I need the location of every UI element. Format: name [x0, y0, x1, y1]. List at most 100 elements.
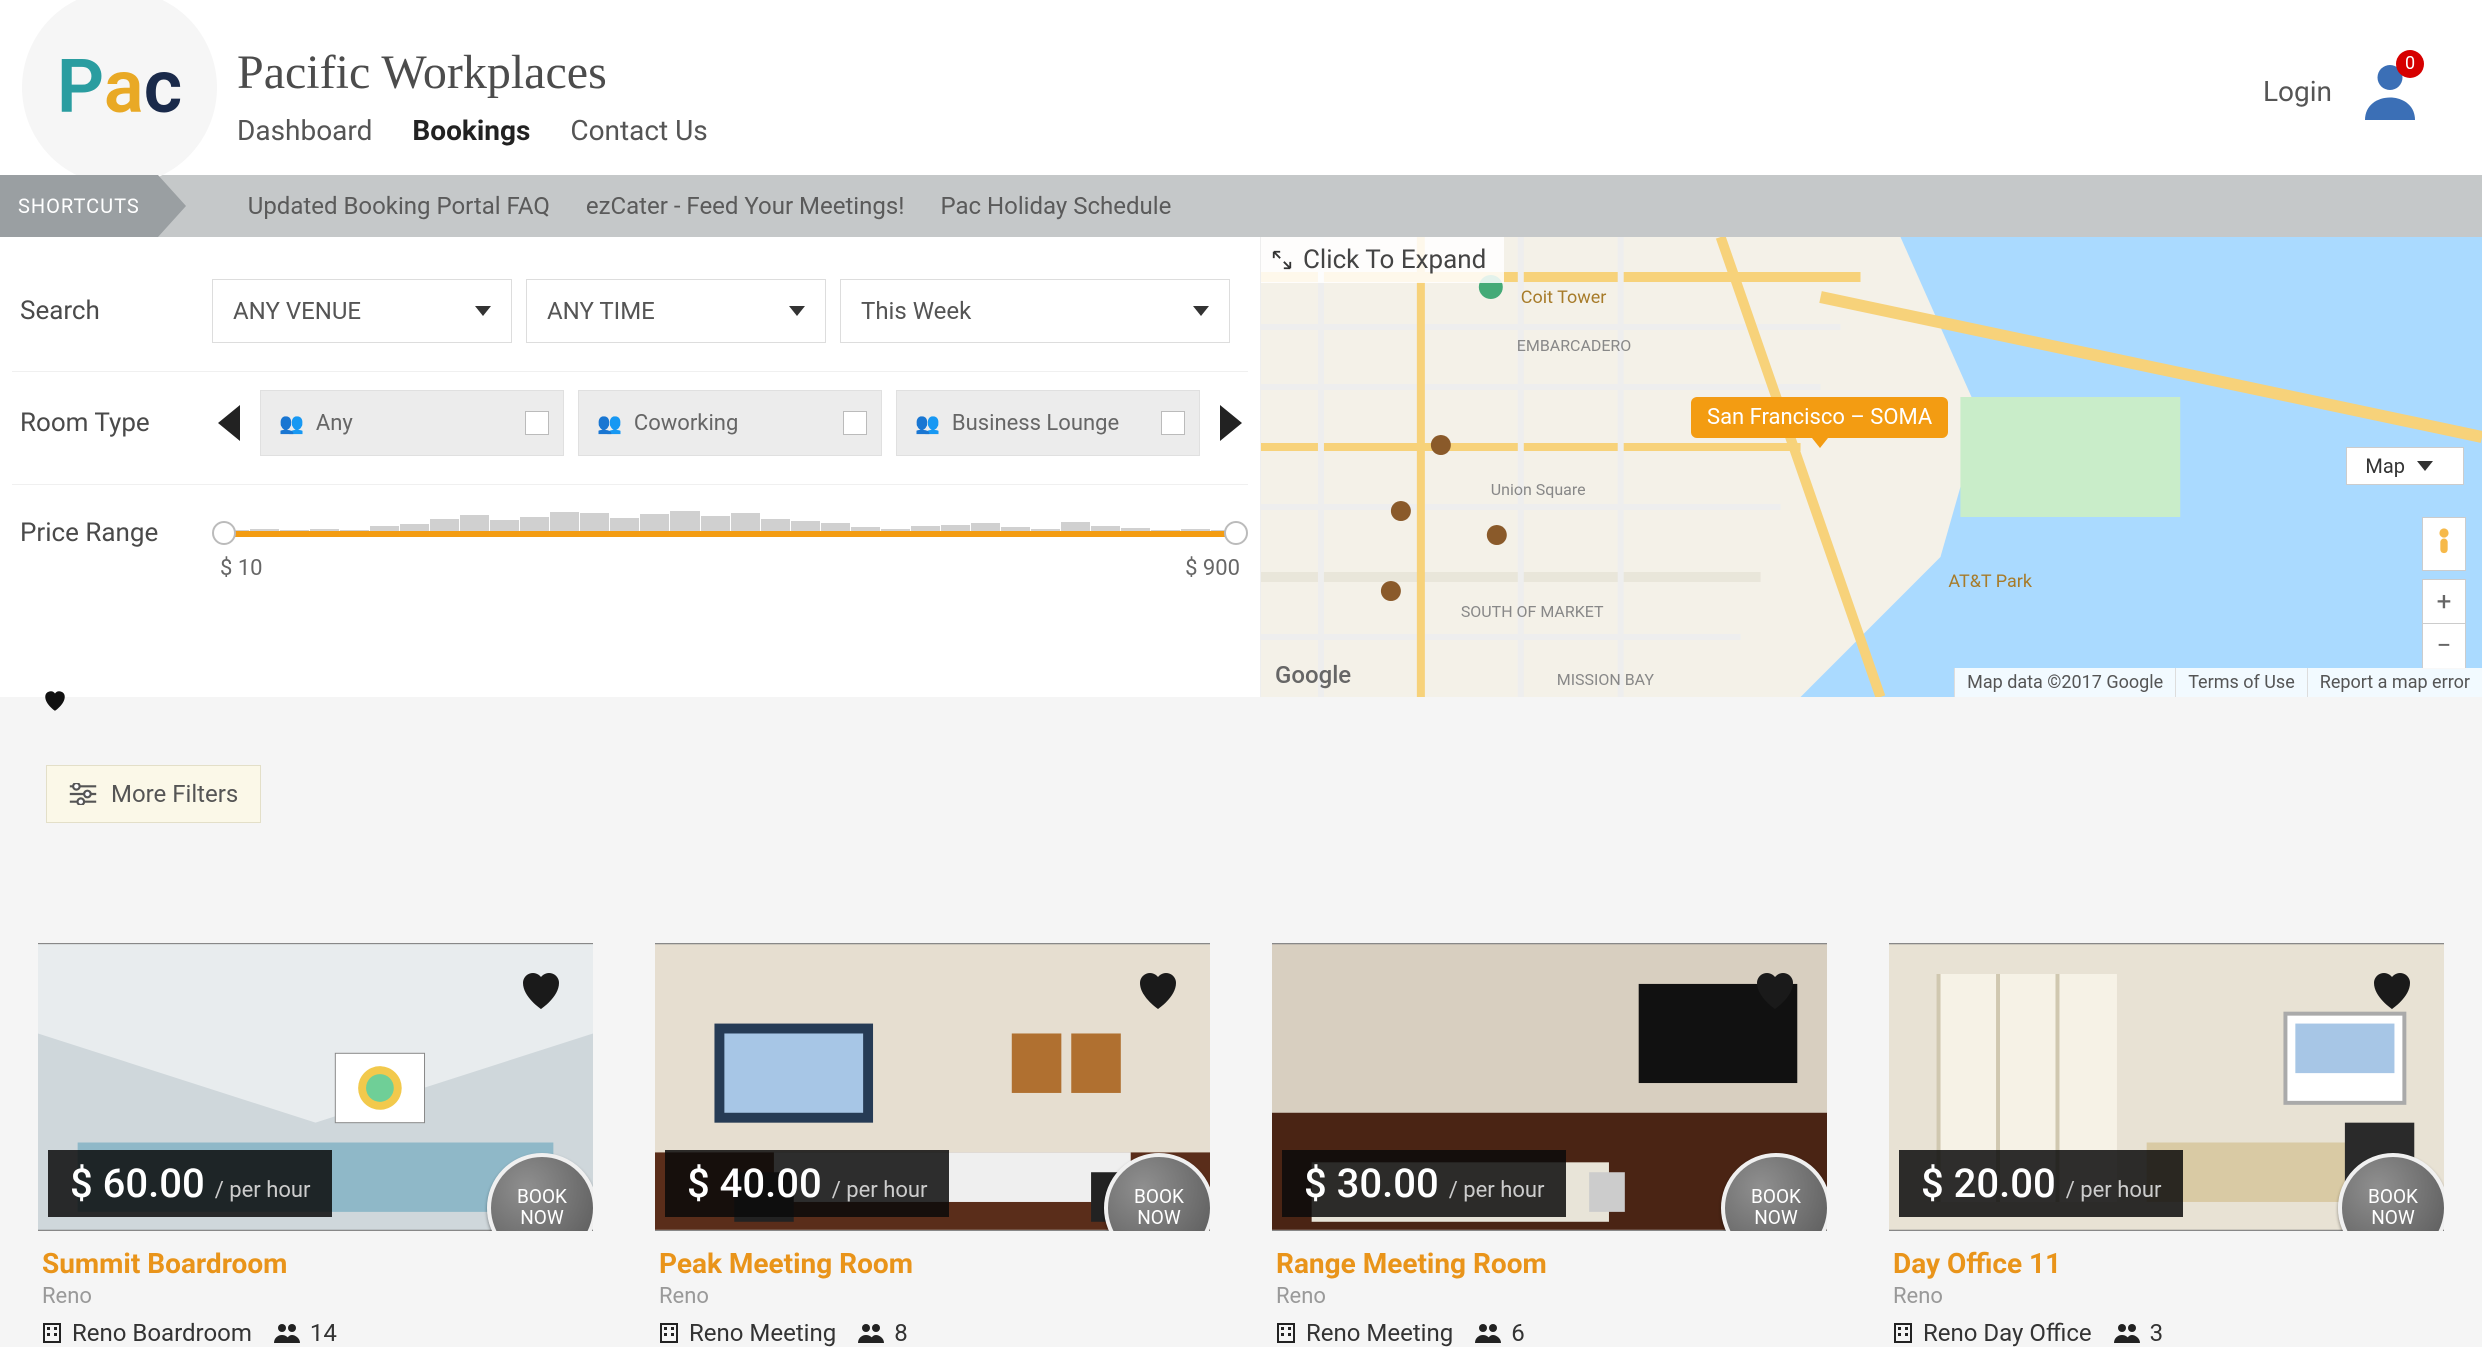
map-attr-terms[interactable]: Terms of Use	[2175, 668, 2307, 697]
price-handle-min[interactable]	[212, 521, 236, 545]
when-dropdown[interactable]: This Week	[840, 279, 1230, 343]
map-type-value: Map	[2365, 454, 2405, 478]
nav-bookings[interactable]: Bookings	[412, 114, 530, 147]
shortcuts-bar: SHORTCUTS Updated Booking Portal FAQ ezC…	[0, 175, 2482, 237]
brand-logo-text: Pac	[57, 44, 182, 131]
venue-dropdown[interactable]: ANY VENUE	[212, 279, 512, 343]
favorite-button[interactable]	[1751, 967, 1799, 1023]
shortcuts-label: SHORTCUTS	[0, 175, 158, 237]
price-per: / per hour	[832, 1178, 928, 1203]
room-type-business-lounge[interactable]: 👥 Business Lounge	[896, 390, 1200, 456]
favorite-button[interactable]	[2368, 967, 2416, 1023]
checkbox[interactable]	[525, 411, 549, 435]
map-canvas: Coit Tower EMBARCADERO Union Square SOUT…	[1261, 237, 2482, 697]
result-capacity: 3	[2114, 1319, 2164, 1347]
map-zoom-controls: + −	[2422, 579, 2466, 669]
expand-icon	[1271, 249, 1293, 271]
building-icon	[1893, 1322, 1913, 1344]
result-location: Reno	[659, 1284, 1206, 1309]
price-histogram	[220, 503, 1240, 533]
caret-down-icon	[2417, 461, 2433, 471]
caret-down-icon	[475, 306, 491, 316]
shortcut-holiday[interactable]: Pac Holiday Schedule	[940, 192, 1171, 220]
room-type-next[interactable]	[1214, 400, 1248, 446]
svg-text:MISSION BAY: MISSION BAY	[1557, 670, 1655, 689]
time-dropdown[interactable]: ANY TIME	[526, 279, 826, 343]
filters-panel: Search ANY VENUE ANY TIME This Week Room…	[0, 237, 1260, 697]
result-title[interactable]: Summit Boardroom	[42, 1247, 589, 1280]
result-title[interactable]: Range Meeting Room	[1276, 1247, 1823, 1280]
result-venue: Reno Boardroom	[42, 1319, 252, 1347]
map-attr-data: Map data ©2017 Google	[1954, 668, 2175, 697]
map-zoom-out[interactable]: −	[2423, 624, 2465, 668]
sliders-icon	[69, 783, 97, 805]
price-max-value: $ 900	[1185, 556, 1240, 581]
map-pegman[interactable]	[2422, 517, 2466, 571]
room-type-prev[interactable]	[212, 400, 246, 446]
brand-logo[interactable]: Pac	[22, 0, 217, 185]
below-filters: More Filters	[0, 697, 2482, 863]
svg-text:AT&T Park: AT&T Park	[1948, 571, 2032, 592]
price-per: / per hour	[1449, 1178, 1545, 1203]
price-chip: $ 40.00 / per hour	[665, 1150, 949, 1217]
building-icon	[42, 1322, 62, 1344]
svg-text:Coit Tower: Coit Tower	[1521, 287, 1607, 308]
result-title[interactable]: Day Office 11	[1893, 1247, 2440, 1280]
main-nav: Dashboard Bookings Contact Us	[237, 114, 2263, 147]
price-handle-max[interactable]	[1224, 521, 1248, 545]
result-title[interactable]: Peak Meeting Room	[659, 1247, 1206, 1280]
room-type-label: Room Type	[12, 408, 212, 438]
checkbox[interactable]	[843, 411, 867, 435]
result-image[interactable]: $ 40.00 / per hour BOOKNOW	[655, 943, 1210, 1231]
price-min-value: $ 10	[220, 556, 263, 581]
login-link[interactable]: Login	[2263, 75, 2332, 108]
people-icon	[274, 1323, 300, 1343]
caret-down-icon	[1193, 306, 1209, 316]
room-type-coworking-label: Coworking	[634, 411, 738, 436]
result-card: $ 60.00 / per hour BOOKNOW Summit Boardr…	[38, 943, 593, 1347]
favorite-button[interactable]	[1134, 967, 1182, 1023]
map[interactable]: Coit Tower EMBARCADERO Union Square SOUT…	[1260, 237, 2482, 697]
result-location: Reno	[42, 1284, 589, 1309]
room-type-coworking[interactable]: 👥 Coworking	[578, 390, 882, 456]
people-icon: 👥	[279, 411, 304, 435]
result-capacity: 14	[274, 1319, 337, 1347]
more-filters-button[interactable]: More Filters	[46, 765, 261, 823]
result-image[interactable]: $ 60.00 / per hour BOOKNOW	[38, 943, 593, 1231]
nav-contact[interactable]: Contact Us	[570, 114, 707, 147]
result-image[interactable]: $ 30.00 / per hour BOOKNOW	[1272, 943, 1827, 1231]
people-icon: 👥	[915, 411, 940, 435]
chevron-right-icon	[1220, 405, 1242, 441]
heart-indicator-icon[interactable]	[42, 685, 68, 720]
price-amount: $ 30.00	[1304, 1160, 1439, 1207]
map-zoom-in[interactable]: +	[2423, 580, 2465, 624]
building-icon	[659, 1322, 679, 1344]
people-icon	[858, 1323, 884, 1343]
map-type-dropdown[interactable]: Map	[2346, 447, 2464, 485]
chevron-left-icon	[218, 405, 240, 441]
search-label: Search	[12, 296, 212, 326]
map-attr-report[interactable]: Report a map error	[2307, 668, 2482, 697]
price-chip: $ 30.00 / per hour	[1282, 1150, 1566, 1217]
result-location: Reno	[1276, 1284, 1823, 1309]
user-avatar[interactable]: 0	[2360, 60, 2420, 124]
result-location: Reno	[1893, 1284, 2440, 1309]
caret-down-icon	[789, 306, 805, 316]
result-card: $ 20.00 / per hour BOOKNOW Day Office 11…	[1889, 943, 2444, 1347]
room-type-lounge-label: Business Lounge	[952, 411, 1119, 436]
price-slider[interactable]: $ 10 $ 900	[212, 503, 1248, 563]
map-expand-button[interactable]: Click To Expand	[1261, 237, 1504, 283]
result-image[interactable]: $ 20.00 / per hour BOOKNOW	[1889, 943, 2444, 1231]
svg-text:SOUTH OF MARKET: SOUTH OF MARKET	[1461, 602, 1604, 621]
people-icon	[1475, 1323, 1501, 1343]
shortcut-ezcater[interactable]: ezCater - Feed Your Meetings!	[586, 192, 905, 220]
room-type-any[interactable]: 👥 Any	[260, 390, 564, 456]
people-icon	[2114, 1323, 2140, 1343]
nav-dashboard[interactable]: Dashboard	[237, 114, 372, 147]
result-venue: Reno Meeting	[1276, 1319, 1453, 1347]
shortcut-faq[interactable]: Updated Booking Portal FAQ	[248, 192, 550, 220]
favorite-button[interactable]	[517, 967, 565, 1023]
checkbox[interactable]	[1161, 411, 1185, 435]
map-pin-label[interactable]: San Francisco – SOMA	[1691, 397, 1948, 438]
people-icon: 👥	[597, 411, 622, 435]
